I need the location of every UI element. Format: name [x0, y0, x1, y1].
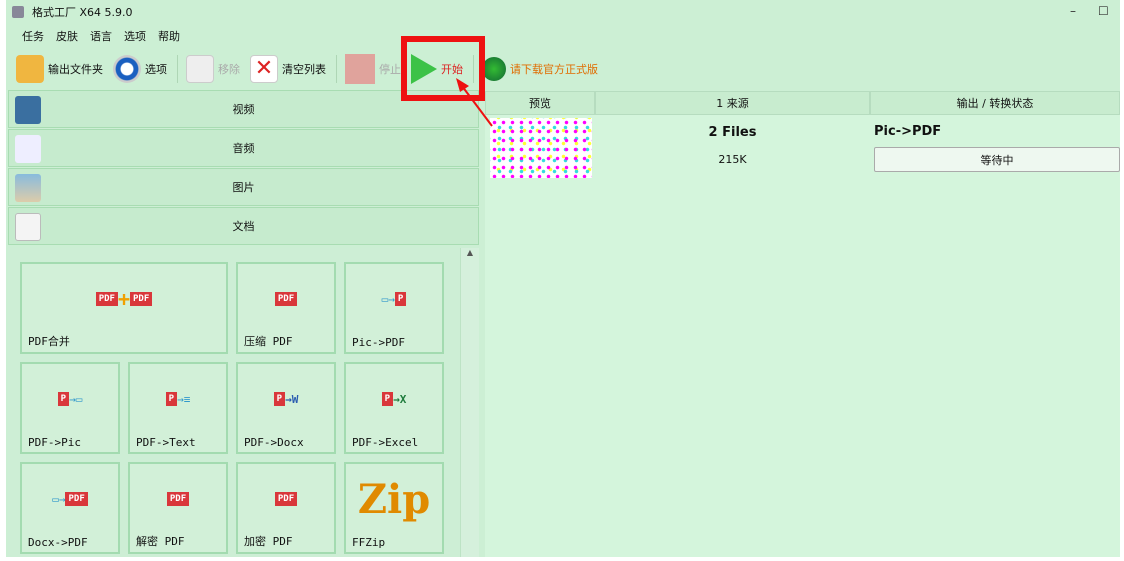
- annotation-arrow: [456, 78, 493, 127]
- arrow-line: [461, 85, 493, 127]
- arrow-head: [456, 78, 469, 92]
